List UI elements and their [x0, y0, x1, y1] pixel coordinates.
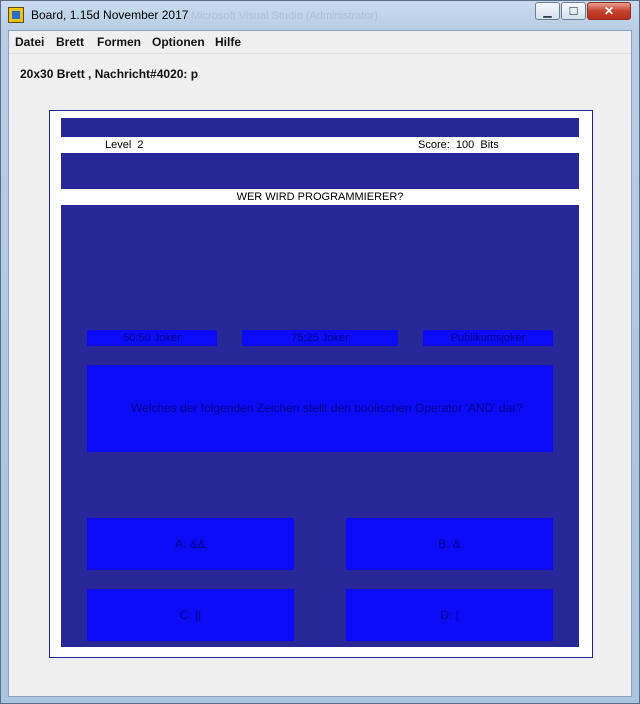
minimize-button[interactable]: ▁: [535, 2, 560, 20]
menu-bar: Datei Brett Formen Optionen Hilfe: [9, 31, 631, 54]
game-title-bar: WER WIRD PROGRAMMIERER?: [61, 189, 579, 205]
background-window-title: Microsoft Visual Studio (Administrator): [191, 10, 378, 22]
menu-hilfe[interactable]: Hilfe: [215, 35, 241, 49]
close-button[interactable]: ✕: [587, 2, 631, 20]
level-score-bar: Level 2 Score: 100 Bits: [61, 137, 579, 153]
menu-brett[interactable]: Brett: [56, 35, 84, 49]
score-label: Score: 100 Bits: [418, 139, 499, 151]
maximize-button[interactable]: ☐: [561, 2, 586, 20]
joker-50-50-button[interactable]: 50:50 Joker: [87, 330, 217, 346]
menu-formen[interactable]: Formen: [97, 35, 141, 49]
question-text: Welches der folgenden Zeichen stellt den…: [131, 401, 523, 415]
app-window: Board, 1.15d November 2017 Microsoft Vis…: [0, 0, 640, 704]
game-board: Level 2 Score: 100 Bits WER WIRD PROGRAM…: [61, 118, 579, 647]
menu-optionen[interactable]: Optionen: [152, 35, 205, 49]
title-bar[interactable]: Board, 1.15d November 2017 Microsoft Vis…: [1, 1, 639, 29]
client-area: Datei Brett Formen Optionen Hilfe 20x30 …: [8, 30, 632, 697]
menu-datei[interactable]: Datei: [15, 35, 44, 49]
app-icon[interactable]: [8, 7, 24, 23]
joker-75-25-button[interactable]: 75:25 Joker: [242, 330, 398, 346]
answer-c-button[interactable]: C: ||: [87, 589, 294, 641]
answer-d-button[interactable]: D: |: [346, 589, 553, 641]
question-panel: Welches der folgenden Zeichen stellt den…: [87, 365, 553, 452]
status-line: 20x30 Brett , Nachricht#4020: p: [20, 67, 199, 81]
level-label: Level 2: [105, 139, 144, 151]
audience-joker-button[interactable]: Publikumsjoker: [423, 330, 553, 346]
answer-b-button[interactable]: B: &: [346, 518, 553, 570]
game-title: WER WIRD PROGRAMMIERER?: [236, 191, 404, 203]
window-title: Board, 1.15d November 2017: [31, 8, 189, 22]
answer-a-button[interactable]: A: &&: [87, 518, 294, 570]
